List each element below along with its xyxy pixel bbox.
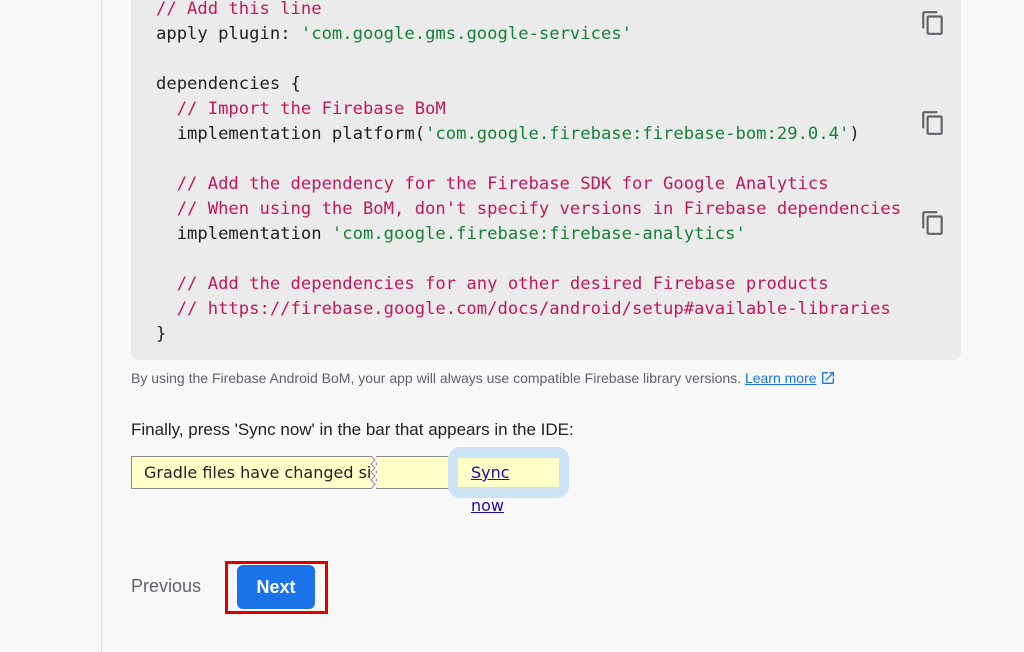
copy-icon[interactable] bbox=[920, 110, 946, 136]
code-token: // Add the dependencies for any other de… bbox=[156, 274, 829, 294]
code-token: 'com.google.firebase:firebase-bom:29.0.4… bbox=[425, 124, 850, 144]
code-token: dependencies { bbox=[156, 74, 301, 94]
code-token: // https://firebase.google.com/docs/andr… bbox=[156, 299, 891, 319]
bom-note-text: By using the Firebase Android BoM, your … bbox=[131, 370, 742, 386]
code-token: ) bbox=[849, 124, 860, 144]
code-token: implementation bbox=[156, 224, 332, 244]
code-token: // Add the dependency for the Firebase S… bbox=[156, 174, 829, 194]
code-line: implementation platform('com.google.fire… bbox=[156, 122, 860, 147]
code-line: // Add the dependencies for any other de… bbox=[156, 272, 829, 297]
code-line: apply plugin: 'com.google.gms.google-ser… bbox=[156, 22, 632, 47]
copy-icon[interactable] bbox=[920, 210, 946, 236]
next-button[interactable]: Next bbox=[237, 565, 315, 609]
left-rail bbox=[0, 0, 102, 652]
learn-more-link[interactable]: Learn more bbox=[745, 370, 817, 386]
code-token: : bbox=[280, 24, 301, 44]
code-line: // Import the Firebase BoM bbox=[156, 97, 446, 122]
copy-icon[interactable] bbox=[920, 10, 946, 36]
code-token: implementation platform( bbox=[156, 124, 426, 144]
sync-instruction: Finally, press 'Sync now' in the bar tha… bbox=[131, 420, 574, 439]
code-line: implementation 'com.google.firebase:fire… bbox=[156, 222, 746, 247]
code-line: dependencies { bbox=[156, 72, 301, 97]
code-token: // Add this line bbox=[156, 0, 322, 19]
previous-button[interactable]: Previous bbox=[131, 576, 201, 597]
code-token: 'com.google.firebase:firebase-analytics' bbox=[331, 224, 746, 244]
bom-note: By using the Firebase Android BoM, your … bbox=[131, 370, 836, 389]
code-token: } bbox=[156, 324, 167, 344]
code-token: // Import the Firebase BoM bbox=[156, 99, 446, 119]
sync-now-link[interactable]: Sync now bbox=[471, 456, 510, 515]
code-line: } bbox=[156, 322, 166, 347]
code-line: // https://firebase.google.com/docs/andr… bbox=[156, 297, 891, 322]
code-token: apply plugin bbox=[156, 24, 281, 44]
code-line: // Add this line bbox=[156, 0, 322, 22]
ide-bar-message: Gradle files have changed since last pro… bbox=[131, 456, 371, 489]
code-line: // Add the dependency for the Firebase S… bbox=[156, 172, 829, 197]
code-line: // When using the BoM, don't specify ver… bbox=[156, 197, 901, 222]
code-token: // When using the BoM, don't specify ver… bbox=[156, 199, 902, 219]
code-token: 'com.google.gms.google-services' bbox=[300, 24, 633, 44]
external-link-icon[interactable] bbox=[820, 370, 836, 389]
